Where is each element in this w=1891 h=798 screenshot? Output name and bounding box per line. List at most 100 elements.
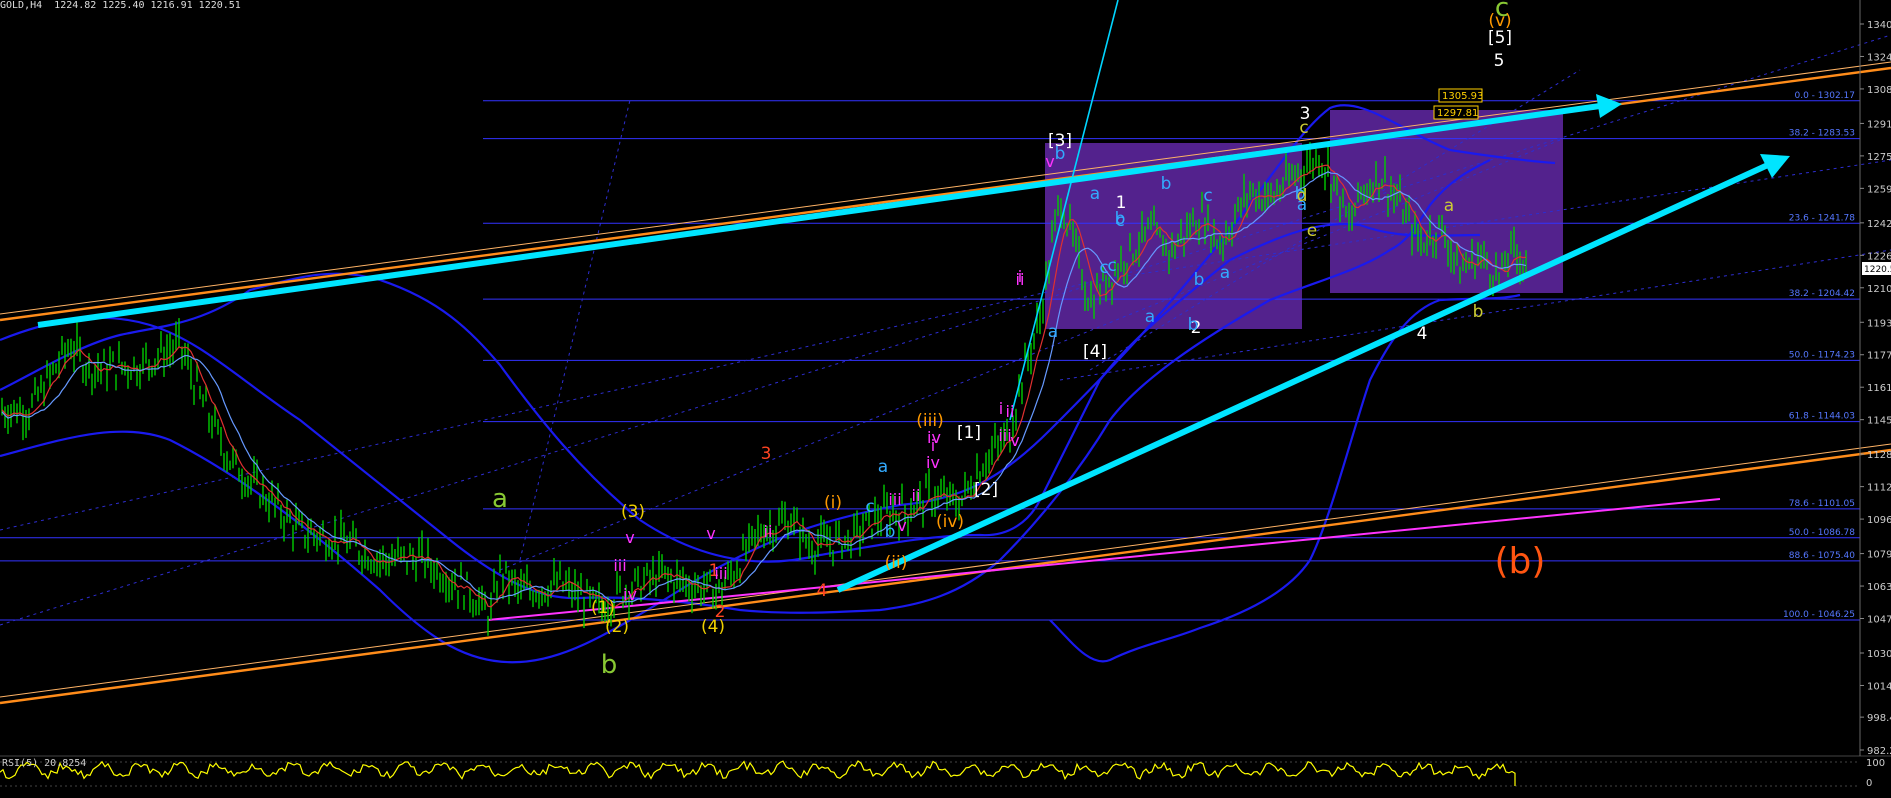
y-tick-label: 1047 bbox=[1867, 615, 1891, 626]
price-axis: 1340 1324 1308 1291 1275 1259 1242 1226 1210 1193… bbox=[1859, 0, 1891, 757]
wave-label: ii bbox=[764, 522, 773, 541]
y-tick-label: 1259 bbox=[1867, 184, 1891, 195]
wave-label: ii bbox=[1016, 270, 1025, 289]
price-tag-2: 1297.81 bbox=[1437, 108, 1478, 119]
y-tick-label: 982.2 bbox=[1867, 746, 1891, 757]
wave-label: a bbox=[1090, 184, 1100, 204]
y-tick-label: 1014 bbox=[1867, 681, 1891, 692]
y-tick-label: 1210 bbox=[1867, 284, 1891, 295]
wave-label: iii bbox=[714, 564, 727, 583]
wave-label: c bbox=[1203, 186, 1212, 206]
fib-level-label: 88.6 - 1075.40 bbox=[1789, 551, 1855, 561]
wave-label: v bbox=[897, 516, 906, 535]
wave-label: b bbox=[1188, 315, 1199, 335]
wave-label: [5] bbox=[1488, 28, 1512, 48]
wave-label: iii bbox=[613, 556, 626, 575]
wave-label: c bbox=[1299, 118, 1308, 138]
wave-label: iii bbox=[998, 426, 1011, 445]
wave-label: iv bbox=[927, 428, 941, 447]
wave-label: c bbox=[1115, 211, 1124, 231]
wave-label: b bbox=[601, 650, 618, 680]
wave-label: [2] bbox=[974, 480, 998, 500]
wave-label: a bbox=[1048, 322, 1058, 342]
y-tick-label: 998.4 bbox=[1867, 713, 1891, 724]
fib-level-label: 38.2 - 1204.42 bbox=[1789, 289, 1855, 299]
rsi-line bbox=[0, 760, 1516, 786]
y-tick-label: 1128 bbox=[1867, 450, 1891, 461]
y-tick-label: 1096 bbox=[1867, 515, 1891, 526]
wave-label: a bbox=[1444, 196, 1454, 216]
wave-label: a bbox=[1220, 263, 1230, 283]
wave-label: ii bbox=[1006, 402, 1015, 421]
wave-label: b bbox=[885, 522, 896, 542]
price-tags: 1305.93 1297.81 bbox=[1433, 88, 1483, 120]
rsi-label: RSI(5) 20.8254 bbox=[2, 758, 87, 769]
wave-label: v bbox=[1010, 431, 1019, 450]
y-tick-label: 1112 bbox=[1867, 483, 1891, 494]
fib-level-label: 50.0 - 1174.23 bbox=[1789, 350, 1855, 360]
wave-label: a bbox=[878, 457, 888, 477]
rsi-panel bbox=[0, 755, 1891, 787]
wave-label: 4 bbox=[1417, 324, 1428, 344]
wave-label: c bbox=[1107, 256, 1116, 276]
channel-lines bbox=[0, 61, 1891, 705]
y-tick-label: 1030 bbox=[1867, 649, 1891, 660]
wave-label: v bbox=[706, 524, 715, 543]
wave-label: 4 bbox=[817, 581, 828, 601]
wave-label: ii bbox=[912, 486, 921, 505]
wave-label: (3) bbox=[621, 502, 645, 522]
price-tag-1: 1305.93 bbox=[1442, 91, 1483, 102]
y-tick-label: 1079 bbox=[1867, 550, 1891, 561]
fib-level-label: 38.2 - 1283.53 bbox=[1789, 129, 1855, 139]
fib-level-label: 23.6 - 1241.78 bbox=[1789, 213, 1855, 223]
y-tick-label: 1193 bbox=[1867, 318, 1891, 329]
y-tick-label: 1340 bbox=[1867, 20, 1891, 31]
fib-level-label: 0.0 - 1302.17 bbox=[1795, 91, 1856, 101]
fib-level-label: 50.0 - 1086.78 bbox=[1789, 528, 1855, 538]
consolidation-box-1 bbox=[1045, 143, 1302, 329]
wave-label: 5 bbox=[1494, 51, 1505, 71]
wave-label: 3 bbox=[761, 444, 772, 464]
y-tick-label: 1324 bbox=[1867, 52, 1891, 63]
wave-label: iii bbox=[888, 490, 901, 509]
wave-label: b bbox=[1194, 270, 1205, 290]
y-tick-label: 1308 bbox=[1867, 85, 1891, 96]
wave-label: b bbox=[1473, 302, 1484, 322]
wave-label: (i) bbox=[824, 493, 842, 513]
wave-label: b bbox=[1161, 174, 1172, 194]
y-tick-label: 1275 bbox=[1867, 152, 1891, 163]
wave-label: [1] bbox=[957, 423, 981, 443]
current-price-label: 1220.5 bbox=[1864, 265, 1891, 275]
y-tick-label: 1242 bbox=[1867, 219, 1891, 230]
wave-label: d bbox=[1297, 186, 1308, 206]
fib-level-label: 100.0 - 1046.25 bbox=[1783, 610, 1855, 620]
fib-levels: 0.0 - 1302.17 38.2 - 1283.53 23.6 - 1241.7… bbox=[0, 91, 1860, 621]
wave-label: iv bbox=[623, 585, 637, 604]
wave-label: (2) bbox=[605, 617, 629, 637]
wave-label: i bbox=[999, 399, 1003, 418]
chart-root: 0.0 - 1302.17 38.2 - 1283.53 23.6 - 1241.7… bbox=[0, 0, 1891, 794]
wave-label: (iv) bbox=[936, 512, 964, 532]
wave-label: e bbox=[1307, 221, 1317, 241]
upper-arrow-head bbox=[1596, 94, 1622, 118]
wave-label: v bbox=[1045, 152, 1054, 171]
price-chart[interactable]: 0.0 - 1302.17 38.2 - 1283.53 23.6 - 1241.7… bbox=[0, 0, 1891, 794]
wave-label: c bbox=[865, 497, 874, 517]
lower-trend-arrow bbox=[836, 161, 1772, 593]
wave-label: b bbox=[1055, 144, 1066, 164]
y-tick-label: 1145 bbox=[1867, 416, 1891, 427]
wave-label: [4] bbox=[1083, 342, 1107, 362]
rsi-level-0: 0 bbox=[1866, 778, 1872, 789]
y-tick-label: 1177 bbox=[1867, 351, 1891, 362]
bollinger-bands bbox=[0, 104, 1556, 664]
symbol-info: GOLD,H4 1224.82 1225.40 1216.91 1220.51 bbox=[0, 0, 241, 11]
wave-label: (1) bbox=[591, 598, 615, 618]
y-tick-label: 1291 bbox=[1867, 119, 1891, 130]
wave-label: 2 bbox=[715, 602, 726, 622]
wave-label: (ii) bbox=[885, 553, 908, 573]
fib-level-label: 78.6 - 1101.05 bbox=[1789, 499, 1855, 509]
y-tick-label: 1161 bbox=[1867, 383, 1891, 394]
wave-label: (b) bbox=[1495, 541, 1546, 582]
wave-label: v bbox=[625, 528, 634, 547]
wave-label: a bbox=[1145, 307, 1155, 327]
